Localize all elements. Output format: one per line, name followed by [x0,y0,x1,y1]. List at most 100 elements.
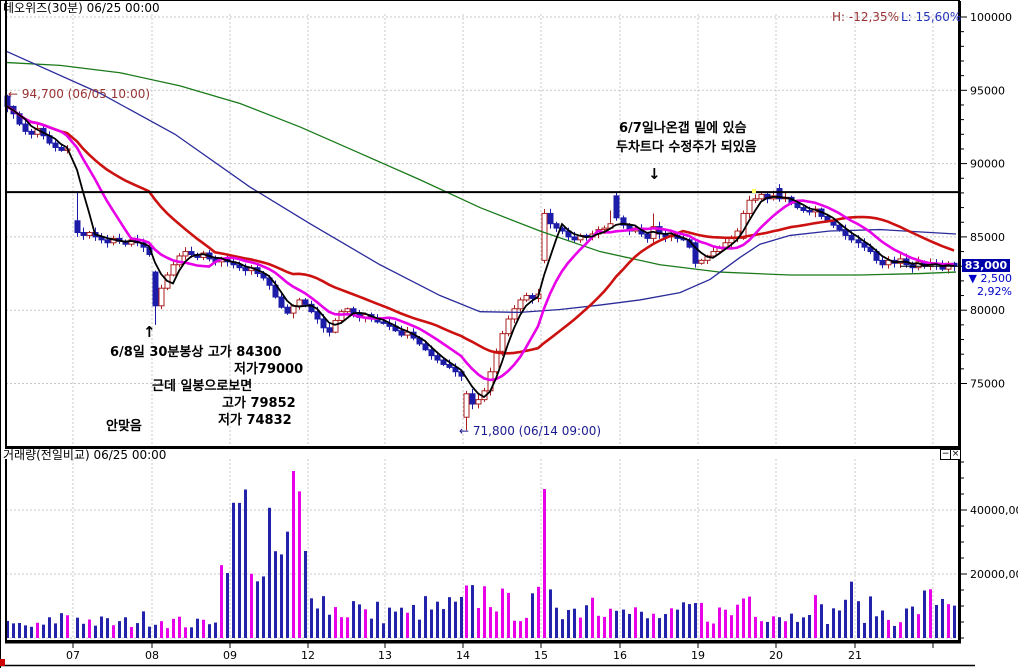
volume-bar [280,554,283,638]
candle-body [399,331,404,335]
volume-bar [262,576,265,638]
volume-bar [670,608,673,638]
volume-bar [346,617,349,638]
volume-bar [274,551,277,638]
volume-bar [700,603,703,638]
volume-bar [370,619,373,638]
candle-body [381,322,386,323]
volume-bar [112,625,115,638]
last-price-badge: 83,000 [962,259,1010,272]
volume-bar [400,608,403,638]
volume-bar [208,624,211,638]
candle-body [447,364,452,367]
volume-bar [766,622,769,638]
volume-bar [412,605,415,638]
volume-bar [519,621,522,638]
candle-body [723,243,728,247]
volume-bar [634,607,637,638]
volume-bar [730,615,733,638]
time-axis-label: 21 [848,649,862,662]
volume-bar [579,618,582,638]
candle-body [171,265,176,275]
candle-body [512,309,517,319]
volume-bar [172,619,175,638]
candle-body [321,319,326,328]
close-button[interactable]: × [950,449,961,460]
candle-body [506,319,511,334]
volume-bar [640,612,643,638]
volume-bar [748,597,751,638]
volume-bar [418,620,421,638]
last-price-change-pct: 2,92% [960,286,1012,298]
candle-body [476,400,481,404]
time-axis-label: 14 [456,649,470,662]
volume-bar [18,623,21,638]
volume-bar [826,624,829,638]
chart-title: 데오위즈(30분) 06/25 00:00 [3,2,160,15]
volume-bar [869,596,872,638]
annotation-gap-line1: 6/7일나온갭 밑에 있슴 [619,122,747,136]
volume-bar [772,616,775,638]
volume-bar [154,625,157,638]
volume-bar [796,622,799,638]
volume-bar [712,624,715,638]
volume-bar [292,471,295,638]
candle-body [435,356,440,360]
candle-body [105,240,110,243]
time-axis-label: 20 [769,649,783,662]
volume-bar [124,617,127,638]
volume-bar [36,623,39,638]
volume-bar [820,604,823,638]
volume-bar [531,593,534,638]
volume-bar [742,598,745,638]
volume-bar [142,611,145,638]
volume-bar [136,623,139,638]
volume-bar [507,593,510,638]
volume-bar [615,611,618,638]
last-price-change: ▼ 2,500 [960,273,1012,285]
volume-bar [454,602,457,638]
annotation-gap-line2: 두차트다 수정주가 되있음 [616,141,757,155]
volume-bar [483,586,486,638]
volume-bar [694,603,697,638]
annotation-0608-line2: 저가79000 [234,363,303,377]
volume-bar [286,532,289,638]
volume-bar [784,621,787,638]
volume-axis-label: 40000,00 [970,504,1018,517]
candle-body [747,200,752,213]
candle-body [807,211,812,212]
annotation-0608-line4: 고가 79852 [222,397,296,411]
volume-bar [802,617,805,638]
volume-bar [597,616,600,638]
volume-bar [688,604,691,638]
candle-body [183,252,188,256]
volume-bar [448,597,451,638]
candle-body [429,350,434,356]
volume-bar [202,620,205,638]
volume-bar [790,614,793,638]
volume-bar [118,621,121,638]
candle-body [494,351,499,372]
candle-body [759,194,764,198]
volume-bar [160,621,163,638]
volume-bar [471,585,474,638]
volume-bar [682,602,685,638]
volume-bar [935,605,938,638]
volume-bar [664,614,667,638]
volume-bar [196,619,199,638]
volume-bar [754,617,757,638]
volume-bar [76,618,79,638]
candle-body [423,344,428,350]
annotation-0608-line3: 근데 일봉으로보면 [152,380,252,394]
time-axis-label: 07 [66,649,80,662]
candle-body [345,309,350,312]
volume-bar [190,627,193,638]
volume-bar [501,589,504,638]
candle-body [572,237,577,240]
candle-body [542,213,547,260]
candle-body [59,147,64,150]
candle-body [880,260,885,264]
volume-bar [628,614,631,638]
volume-bar [166,628,169,638]
volume-bar [941,599,944,638]
